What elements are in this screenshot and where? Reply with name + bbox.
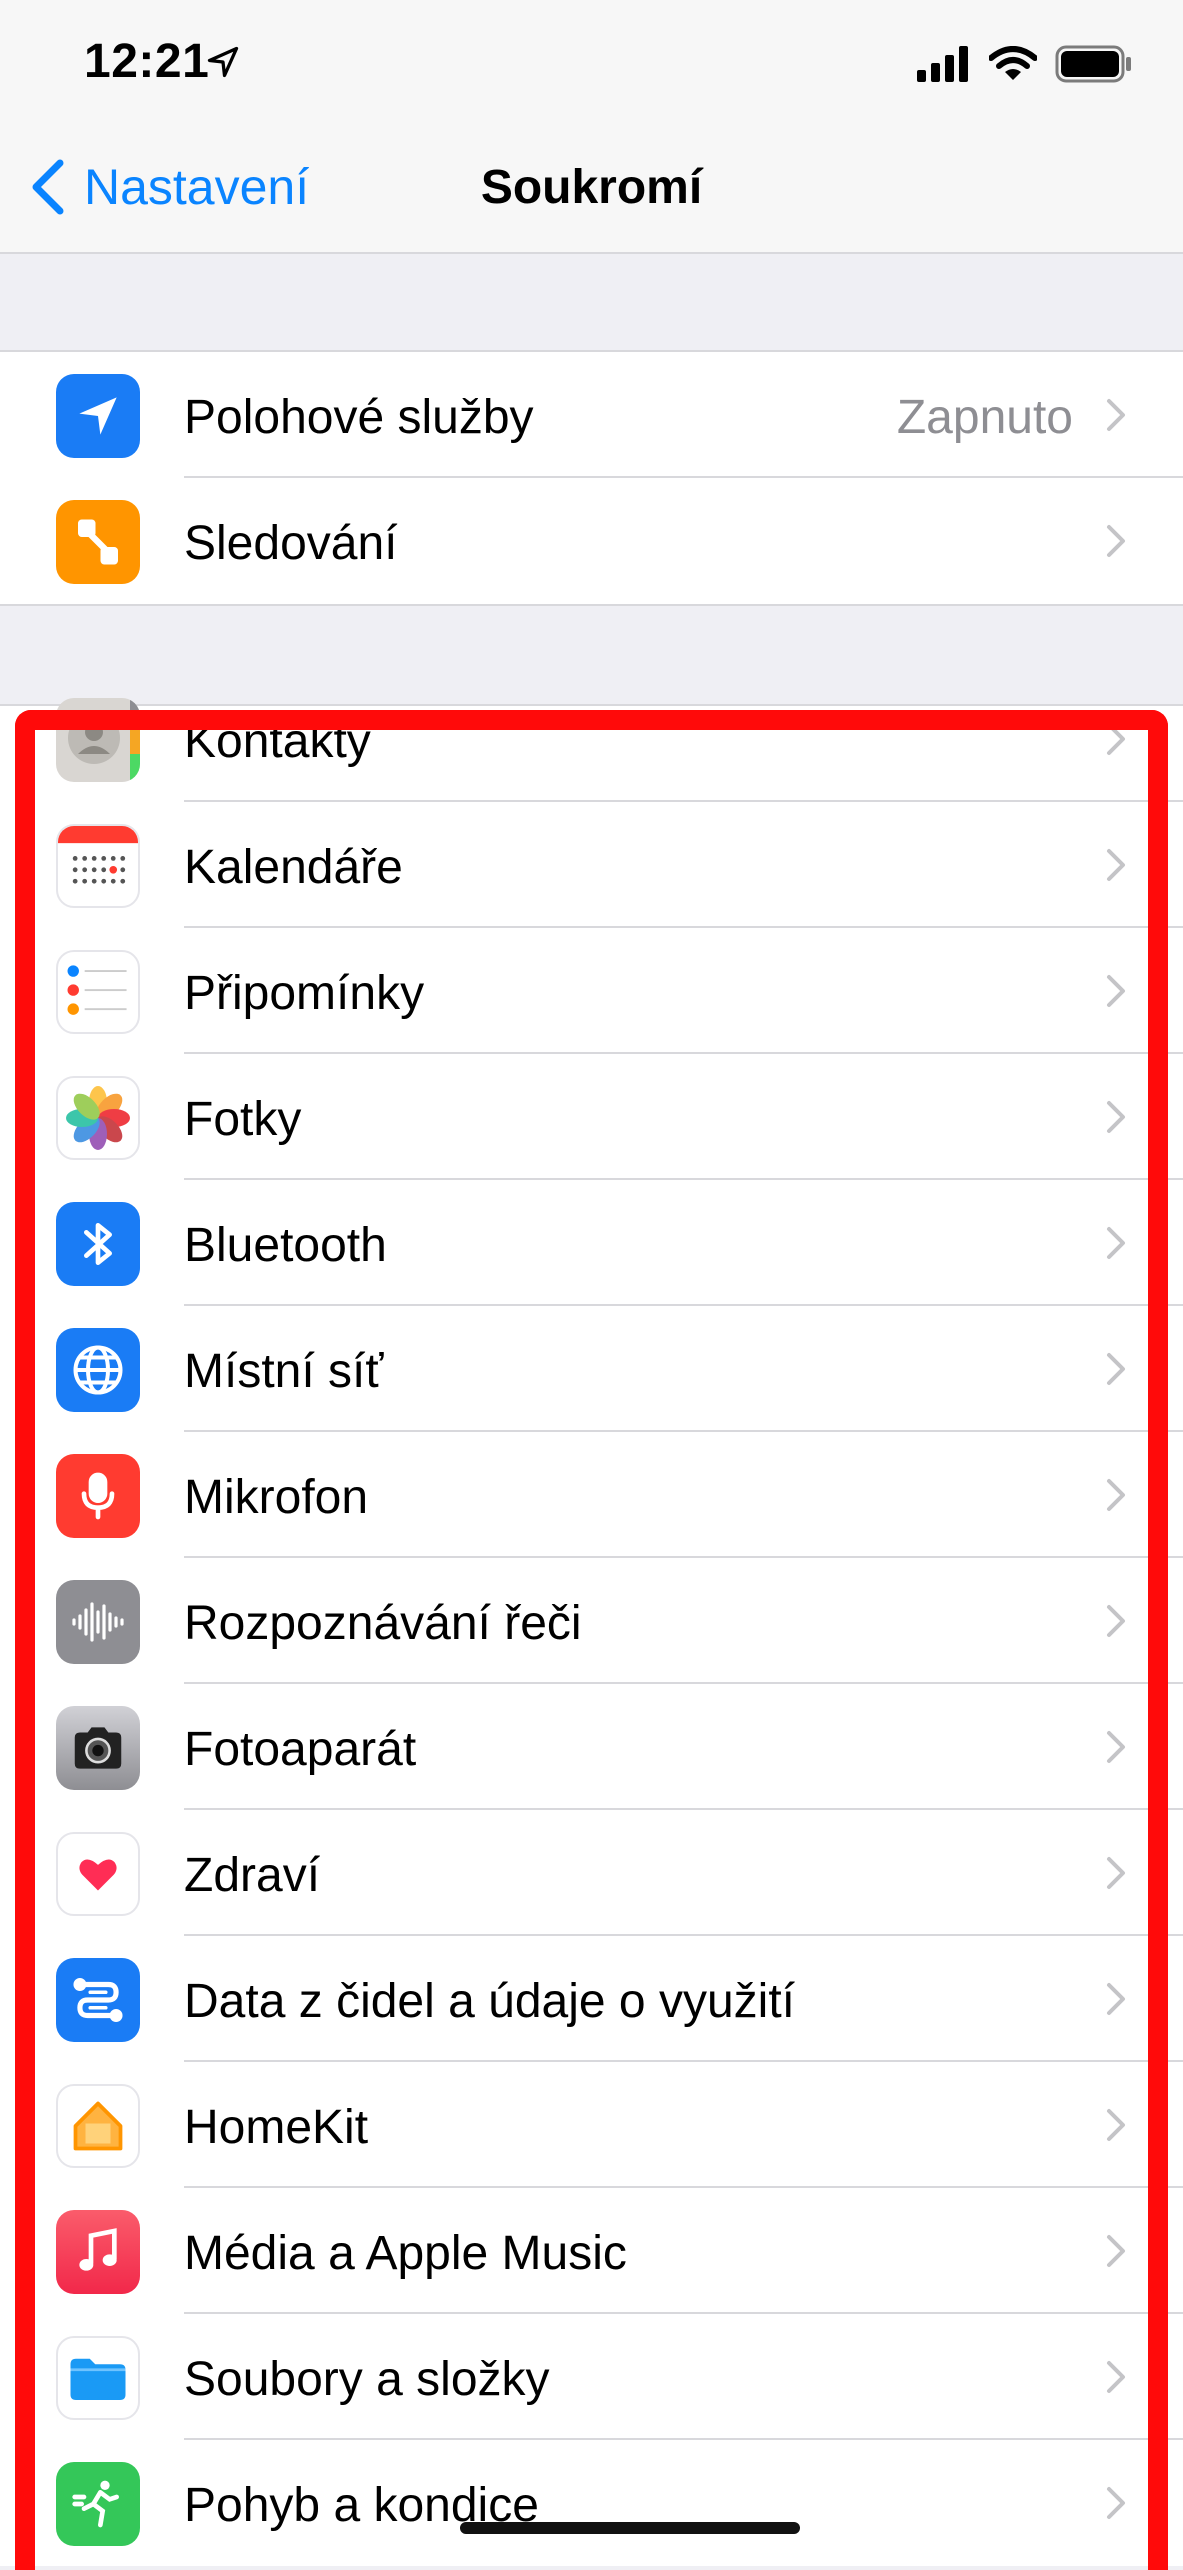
location-arrow-icon <box>56 374 140 458</box>
sensor-data-icon <box>56 1958 140 2042</box>
tracking-icon <box>56 500 140 584</box>
battery-icon <box>1055 45 1131 83</box>
row-label: Kontakty <box>184 715 371 768</box>
globe-icon <box>56 1328 140 1412</box>
row-label: Připomínky <box>184 967 425 1020</box>
waveform-icon <box>56 1580 140 1664</box>
navigation-bar: Nastavení Soukromí <box>0 130 1183 254</box>
row-health[interactable]: Zdraví <box>0 1810 1183 1936</box>
row-label: Zdraví <box>184 1849 321 1902</box>
chevron-right-icon <box>1107 1353 1125 1385</box>
row-label: Fotky <box>184 1093 302 1146</box>
page-title: Soukromí <box>480 161 703 214</box>
chevron-right-icon <box>1107 1227 1125 1259</box>
music-note-icon <box>56 2210 140 2294</box>
chevron-right-icon <box>1107 1731 1125 1763</box>
reminders-icon <box>56 950 140 1034</box>
chevron-right-icon <box>1107 1983 1125 2015</box>
cellular-signal-icon <box>917 46 968 82</box>
chevron-right-icon <box>1107 1857 1125 1889</box>
row-camera[interactable]: Fotoaparát <box>0 1684 1183 1810</box>
app-permissions-group: Kontakty Kalendáře Připomínky Fotky Blue… <box>0 698 1183 2566</box>
chevron-right-icon <box>1107 1479 1125 1511</box>
row-label: Data z čidel a údaje o využití <box>184 1975 795 2028</box>
chevron-right-icon <box>1107 723 1125 755</box>
wifi-icon <box>989 46 1037 80</box>
chevron-right-icon <box>1107 849 1125 881</box>
chevron-right-icon <box>1107 2235 1125 2267</box>
chevron-right-icon <box>1107 975 1125 1007</box>
chevron-right-icon <box>1107 2109 1125 2141</box>
bluetooth-icon <box>56 1202 140 1286</box>
row-label: Polohové služby <box>184 391 534 444</box>
fitness-icon <box>56 2462 140 2546</box>
row-bluetooth[interactable]: Bluetooth <box>0 1180 1183 1306</box>
status-time: 12:21 <box>84 35 210 88</box>
status-bar: 12:21 <box>0 0 1183 130</box>
row-label: Mikrofon <box>184 1471 369 1524</box>
row-label: Média a Apple Music <box>184 2227 627 2280</box>
home-indicator[interactable] <box>460 2522 800 2534</box>
row-label: Sledování <box>184 517 398 570</box>
chevron-right-icon <box>1107 525 1125 557</box>
microphone-icon <box>56 1454 140 1538</box>
row-media-apple-music[interactable]: Média a Apple Music <box>0 2188 1183 2314</box>
chevron-right-icon <box>1107 2361 1125 2393</box>
chevron-right-icon <box>1107 2487 1125 2519</box>
row-label: Soubory a složky <box>184 2353 550 2406</box>
camera-icon <box>56 1706 140 1790</box>
row-photos[interactable]: Fotky <box>0 1054 1183 1180</box>
location-arrow-icon <box>207 46 239 78</box>
folder-icon <box>56 2336 140 2420</box>
row-label: Bluetooth <box>184 1219 387 1272</box>
row-label: HomeKit <box>184 2101 369 2154</box>
contacts-icon <box>56 698 140 782</box>
chevron-right-icon <box>1107 1605 1125 1637</box>
photos-icon <box>56 1076 140 1160</box>
row-label: Fotoaparát <box>184 1723 417 1776</box>
row-value: Zapnuto <box>896 391 1073 444</box>
row-reminders[interactable]: Připomínky <box>0 928 1183 1054</box>
home-icon <box>56 2084 140 2168</box>
calendar-icon <box>56 824 140 908</box>
row-label: Místní síť <box>184 1345 384 1398</box>
row-local-network[interactable]: Místní síť <box>0 1306 1183 1432</box>
row-sensor-data[interactable]: Data z čidel a údaje o využití <box>0 1936 1183 2062</box>
row-files-folders[interactable]: Soubory a složky <box>0 2314 1183 2440</box>
row-location-services[interactable]: Polohové služby Zapnuto <box>0 352 1183 478</box>
row-motion-fitness[interactable]: Pohyb a kondice <box>0 2440 1183 2566</box>
row-tracking[interactable]: Sledování <box>0 478 1183 604</box>
row-homekit[interactable]: HomeKit <box>0 2062 1183 2188</box>
location-tracking-group: Polohové služby Zapnuto Sledování <box>0 350 1183 606</box>
row-label: Rozpoznávání řeči <box>184 1597 582 1650</box>
chevron-right-icon <box>1107 399 1125 431</box>
row-label: Kalendáře <box>184 841 403 894</box>
row-speech-recognition[interactable]: Rozpoznávání řeči <box>0 1558 1183 1684</box>
row-contacts[interactable]: Kontakty <box>0 676 1183 802</box>
chevron-right-icon <box>1107 1101 1125 1133</box>
row-calendars[interactable]: Kalendáře <box>0 802 1183 928</box>
row-microphone[interactable]: Mikrofon <box>0 1432 1183 1558</box>
heart-icon <box>56 1832 140 1916</box>
